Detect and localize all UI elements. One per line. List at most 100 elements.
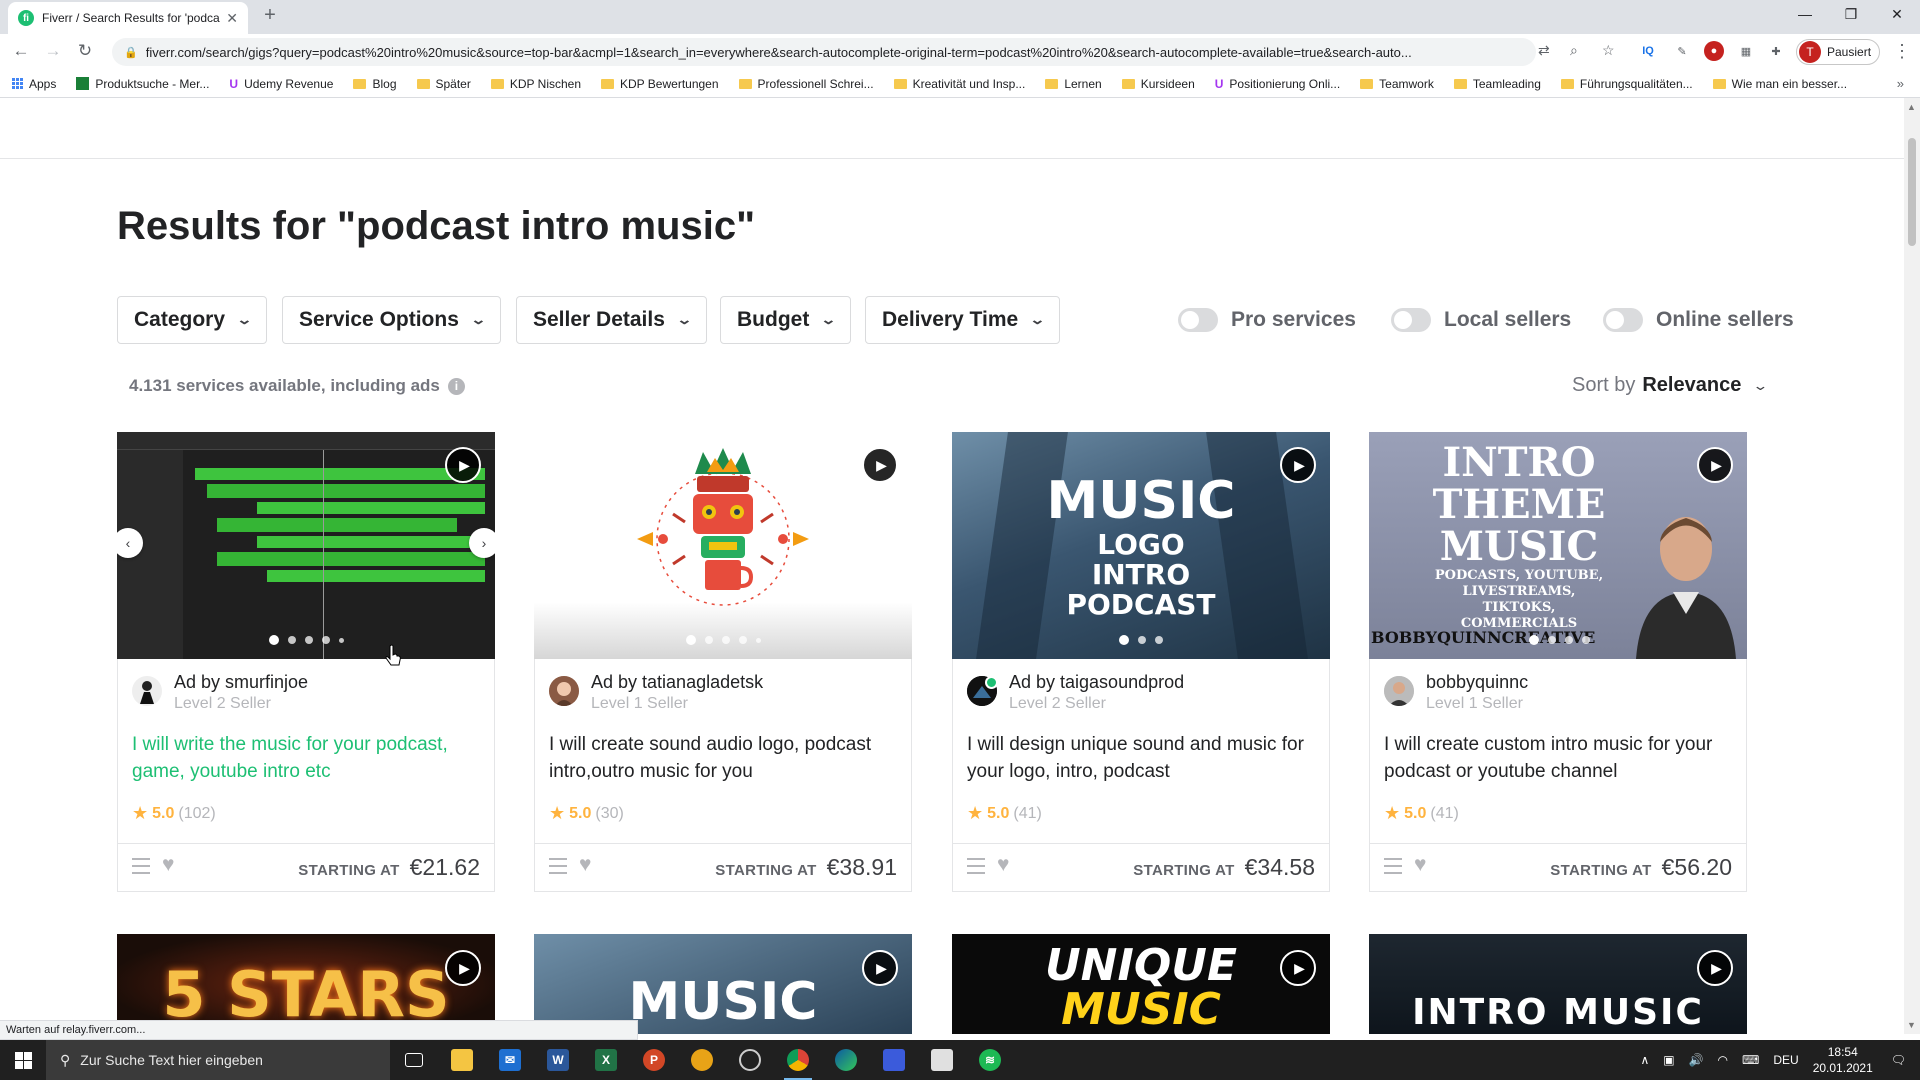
bookmarks-overflow-icon[interactable]: »	[1897, 76, 1904, 91]
bookmark-folder[interactable]: Führungsqualitäten...	[1560, 77, 1693, 91]
gig-thumbnail[interactable]: MUSIC LOGO INTRO PODCAST ▶	[952, 432, 1330, 659]
taskbar-search[interactable]: ⚲ Zur Suche Text hier eingeben	[46, 1040, 390, 1080]
gig-thumbnail[interactable]: ▶	[534, 432, 912, 659]
play-video-icon[interactable]: ▶	[1280, 447, 1316, 483]
toggle-switch[interactable]	[1603, 308, 1643, 332]
gig-card-thumbnail[interactable]: UNIQUE MUSIC ▶	[952, 934, 1330, 1034]
browser-menu-icon[interactable]: ⋮	[1893, 41, 1911, 62]
bookmark-folder[interactable]: Teamleading	[1453, 77, 1541, 91]
play-video-icon[interactable]: ▶	[1697, 447, 1733, 483]
bookmark-folder[interactable]: Professionell Schrei...	[738, 77, 874, 91]
keyboard-icon[interactable]: ⌨	[1742, 1053, 1759, 1067]
bookmark-item[interactable]: U Positionierung Onli...	[1215, 77, 1340, 91]
gig-price[interactable]: STARTING AT €56.20	[1550, 854, 1732, 881]
tray-chevron-icon[interactable]: ∧	[1640, 1053, 1649, 1067]
avatar[interactable]	[549, 676, 579, 706]
toggle-pro-services[interactable]: Pro services	[1178, 308, 1356, 332]
extensions-puzzle-icon[interactable]: ✚	[1766, 41, 1786, 61]
mail-icon[interactable]: ✉	[486, 1040, 534, 1080]
ext-grid-icon[interactable]: ▦	[1736, 41, 1756, 61]
gig-title-link[interactable]: I will create custom intro music for you…	[1384, 731, 1734, 785]
play-video-icon[interactable]: ▶	[1280, 950, 1316, 986]
gig-card-thumbnail[interactable]: MUSIC ▶	[534, 934, 912, 1034]
collections-menu-icon[interactable]	[549, 858, 567, 874]
gig-card[interactable]: MUSIC LOGO INTRO PODCAST ▶ Ad by taigaso…	[952, 432, 1330, 892]
app-icon[interactable]	[918, 1040, 966, 1080]
gig-thumbnail[interactable]: ▶ ‹ ›	[117, 432, 495, 659]
seller-name[interactable]: Ad by tatianagladetsk	[591, 671, 763, 693]
close-window-icon[interactable]: ✕	[1882, 6, 1912, 23]
bookmark-folder[interactable]: Lernen	[1045, 77, 1102, 91]
scroll-up-icon[interactable]: ▲	[1907, 102, 1916, 112]
bookmark-folder[interactable]: KDP Bewertungen	[601, 77, 719, 91]
filter-delivery-time[interactable]: Delivery Time ⌄	[865, 296, 1061, 344]
play-video-icon[interactable]: ▶	[445, 950, 481, 986]
chrome-icon[interactable]	[774, 1040, 822, 1080]
restore-icon[interactable]: ❐	[1836, 6, 1866, 23]
app-icon[interactable]	[678, 1040, 726, 1080]
gig-thumbnail[interactable]: INTRO THEME MUSIC PODCASTS, YOUTUBE, LIV…	[1369, 432, 1747, 659]
heart-icon[interactable]: ♥	[997, 853, 1009, 877]
browser-tab-active[interactable]: fi Fiverr / Search Results for 'podca ✕	[8, 2, 248, 34]
reload-icon[interactable]: ↻	[70, 41, 100, 61]
play-video-icon[interactable]: ▶	[862, 447, 898, 483]
address-bar[interactable]: 🔒 fiverr.com/search/gigs?query=podcast%2…	[112, 38, 1536, 66]
back-icon[interactable]: ←	[6, 41, 36, 61]
gig-card[interactable]: INTRO THEME MUSIC PODCASTS, YOUTUBE, LIV…	[1369, 432, 1747, 892]
avatar[interactable]	[132, 676, 162, 706]
bookmark-apps[interactable]: Apps	[12, 77, 56, 91]
toggle-switch[interactable]	[1178, 308, 1218, 332]
bookmark-folder[interactable]: Wie man ein besser...	[1712, 77, 1847, 91]
heart-icon[interactable]: ♥	[579, 853, 591, 877]
app-icon[interactable]	[726, 1040, 774, 1080]
avatar[interactable]	[1384, 676, 1414, 706]
bookmark-folder[interactable]: Blog	[353, 77, 397, 91]
bookmark-item[interactable]: Produktsuche - Mer...	[76, 77, 209, 91]
scroll-down-icon[interactable]: ▼	[1907, 1020, 1916, 1030]
word-icon[interactable]: W	[534, 1040, 582, 1080]
toggle-online-sellers[interactable]: Online sellers	[1603, 308, 1794, 332]
tray-device-icon[interactable]: ▣	[1663, 1053, 1674, 1067]
seller-name[interactable]: bobbyquinnc	[1426, 671, 1528, 693]
collections-menu-icon[interactable]	[1384, 858, 1402, 874]
page-scrollbar[interactable]: ▲ ▼	[1904, 98, 1920, 1034]
notifications-icon[interactable]: 🗨	[1891, 1053, 1906, 1067]
collections-menu-icon[interactable]	[132, 858, 150, 874]
toggle-switch[interactable]	[1391, 308, 1431, 332]
slider-next-icon[interactable]: ›	[469, 528, 495, 558]
gig-title-link[interactable]: I will design unique sound and music for…	[967, 731, 1317, 785]
avatar[interactable]	[967, 676, 998, 706]
toggle-local-sellers[interactable]: Local sellers	[1391, 308, 1571, 332]
seller-info[interactable]: Ad by smurfinjoe Level 2 Seller	[132, 671, 308, 715]
start-button[interactable]	[0, 1040, 46, 1080]
app-icon[interactable]	[870, 1040, 918, 1080]
bookmark-folder[interactable]: Kursideen	[1121, 77, 1195, 91]
translate-icon[interactable]: ⇄	[1538, 42, 1550, 59]
file-explorer-icon[interactable]	[438, 1040, 486, 1080]
play-video-icon[interactable]: ▶	[1697, 950, 1733, 986]
zoom-icon[interactable]: ⌕	[1570, 42, 1578, 59]
language-indicator[interactable]: DEU	[1773, 1053, 1798, 1067]
play-video-icon[interactable]: ▶	[445, 447, 481, 483]
powerpoint-icon[interactable]: P	[630, 1040, 678, 1080]
bookmark-folder[interactable]: Teamwork	[1360, 77, 1434, 91]
gig-card[interactable]: ▶ Ad by tatianagladetsk Level 1 Seller I…	[534, 432, 912, 892]
ext-pin-icon[interactable]: ✎	[1672, 41, 1692, 61]
seller-info[interactable]: Ad by tatianagladetsk Level 1 Seller	[549, 671, 763, 715]
gig-price[interactable]: STARTING AT €34.58	[1133, 854, 1315, 881]
seller-name[interactable]: Ad by taigasoundprod	[1009, 671, 1184, 693]
bookmark-folder[interactable]: Kreativität und Insp...	[893, 77, 1025, 91]
sort-dropdown[interactable]: Sort by Relevance ⌄	[1572, 374, 1769, 397]
bookmark-folder[interactable]: KDP Nischen	[490, 77, 581, 91]
gig-card-thumbnail[interactable]: 5 STARS ▶	[117, 934, 495, 1034]
bookmark-item[interactable]: U Udemy Revenue	[229, 77, 333, 91]
filter-category[interactable]: Category ⌄	[117, 296, 267, 344]
gig-price[interactable]: STARTING AT €21.62	[298, 854, 480, 881]
gig-card[interactable]: ▶ ‹ › Ad by smurfinjoe Level 2 Seller I …	[117, 432, 495, 892]
seller-name[interactable]: Ad by smurfinjoe	[174, 671, 308, 693]
collections-menu-icon[interactable]	[967, 858, 985, 874]
edge-icon[interactable]	[822, 1040, 870, 1080]
excel-icon[interactable]: X	[582, 1040, 630, 1080]
bookmark-star-icon[interactable]: ☆	[1602, 42, 1615, 59]
seller-info[interactable]: Ad by taigasoundprod Level 2 Seller	[967, 671, 1184, 715]
